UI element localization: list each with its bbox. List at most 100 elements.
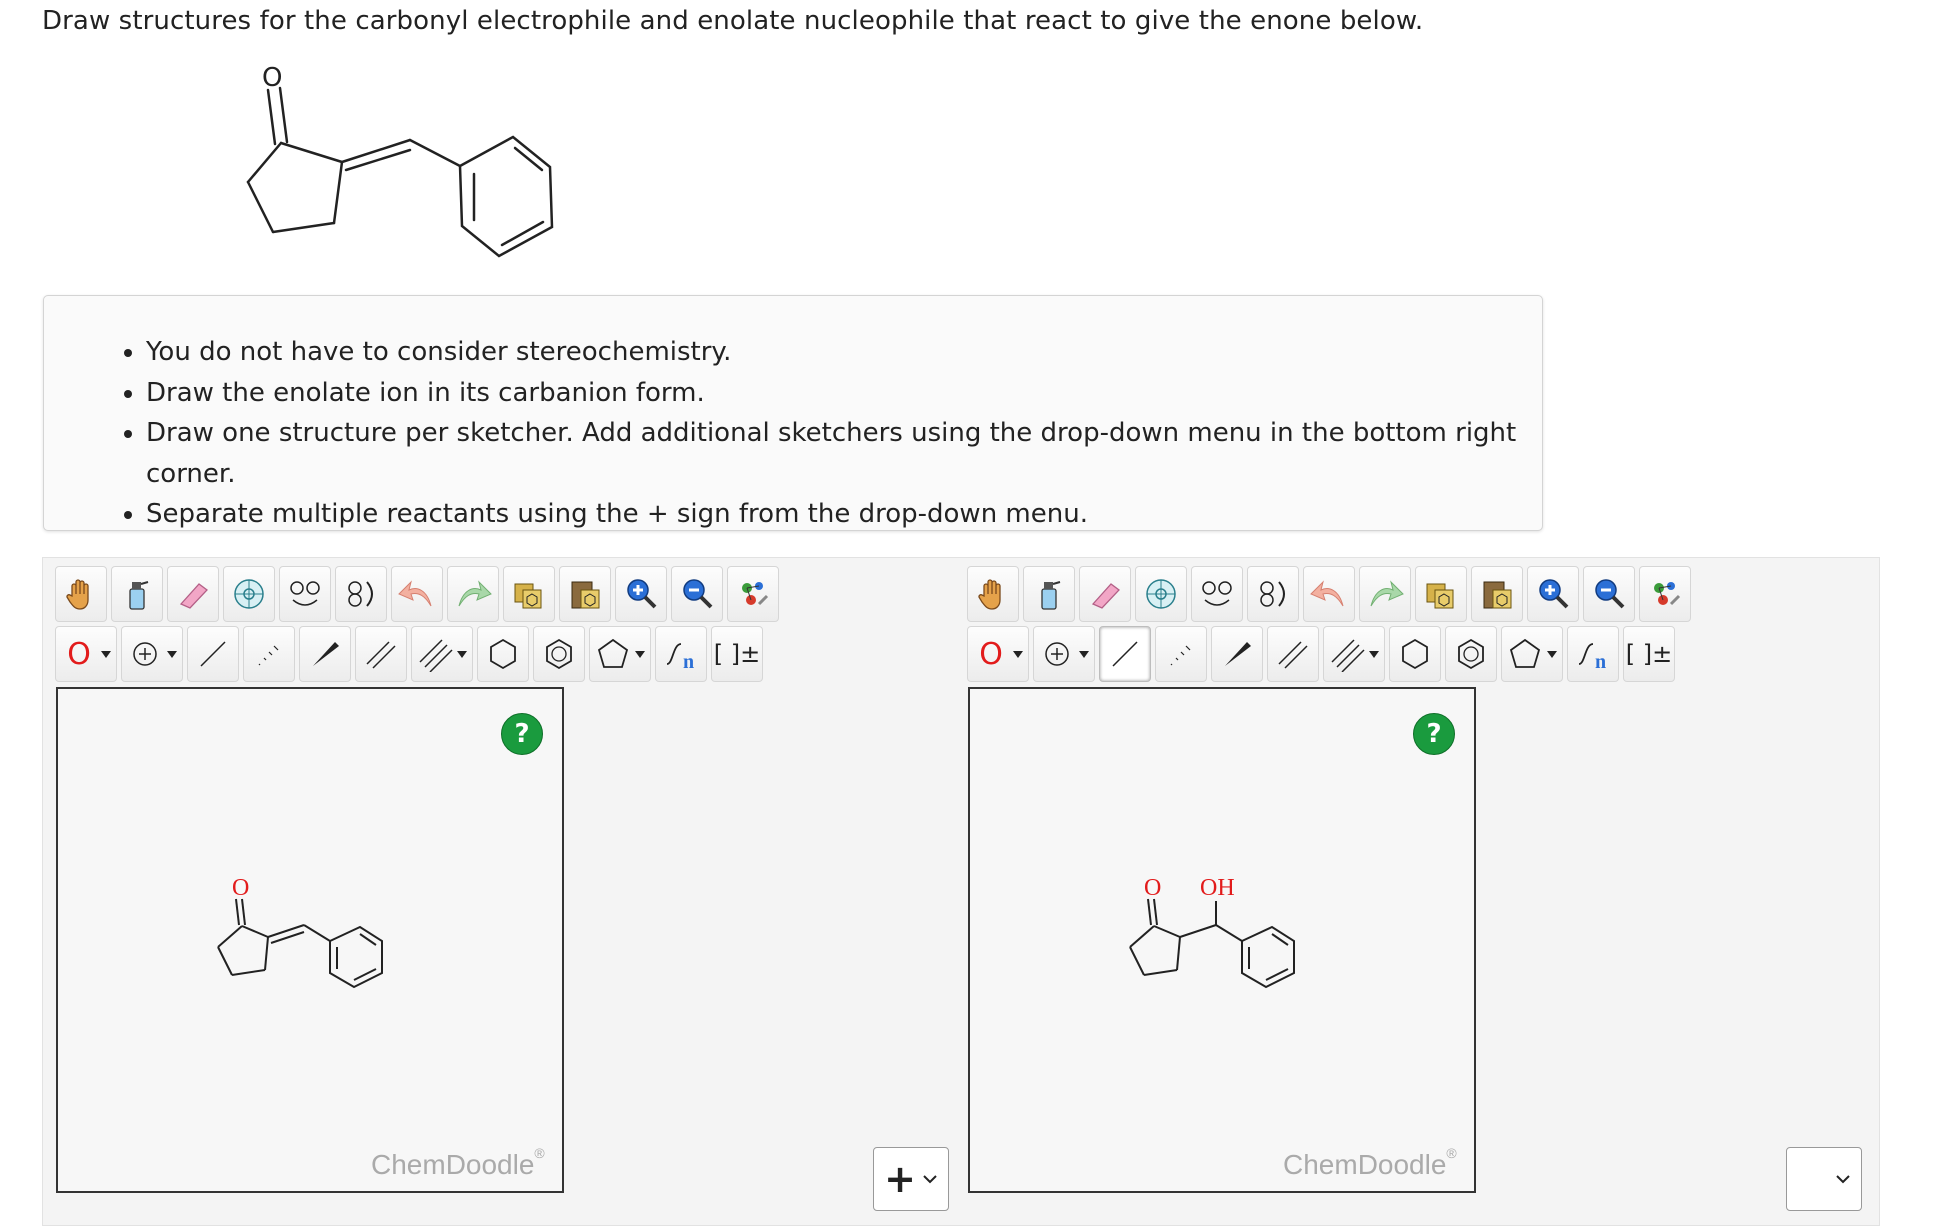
triple-bond-icon: [419, 639, 453, 672]
benzene-button[interactable]: [1445, 626, 1497, 682]
sketcher-canvas[interactable]: ? O OH ChemDoodle®: [968, 687, 1476, 1193]
zoom-in-button[interactable]: [1527, 566, 1579, 622]
clean-structure-icon: [742, 582, 769, 606]
chevron-down-icon: [1836, 1175, 1850, 1184]
charge-select-button[interactable]: [121, 626, 183, 682]
zoom-out-icon: [1595, 579, 1625, 609]
redo-button[interactable]: [447, 566, 499, 622]
toolbar-row-2: O n []±: [55, 626, 763, 684]
eraser-icon: [1091, 583, 1120, 609]
oxygen-label: O: [262, 63, 282, 93]
spray-bottle-icon: [1041, 581, 1061, 610]
add-sketcher-dropdown[interactable]: [1786, 1147, 1862, 1211]
wedge-bond-button[interactable]: [299, 626, 351, 682]
hash-bond-button[interactable]: [243, 626, 295, 682]
triple-bond-select-button[interactable]: [411, 626, 473, 682]
copy-button[interactable]: [503, 566, 555, 622]
eraser-icon: [179, 583, 208, 609]
triple-bond-icon: [1331, 639, 1365, 672]
zoom-in-button[interactable]: [615, 566, 667, 622]
copy-button[interactable]: [1415, 566, 1467, 622]
flip-tool-button[interactable]: [1191, 566, 1243, 622]
hash-bond-button[interactable]: [1155, 626, 1207, 682]
double-bond-icon: [366, 641, 396, 669]
pan-tool-button[interactable]: [55, 566, 107, 622]
clean-button[interactable]: [1639, 566, 1691, 622]
wedge-bond-button[interactable]: [1211, 626, 1263, 682]
center-tool-button[interactable]: [1135, 566, 1187, 622]
element-label: O: [979, 636, 1003, 672]
caret-down-icon: [1547, 651, 1557, 658]
hydroxyl-label: OH: [1200, 875, 1235, 901]
rotate-tool-button[interactable]: [1247, 566, 1299, 622]
separator-value: +: [884, 1157, 916, 1201]
redo-button[interactable]: [1359, 566, 1411, 622]
center-tool-button[interactable]: [223, 566, 275, 622]
flip-tool-button[interactable]: [279, 566, 331, 622]
flip-icon: [290, 581, 320, 606]
undo-button[interactable]: [1303, 566, 1355, 622]
double-bond-icon: [1278, 641, 1308, 669]
chain-tool-button[interactable]: n: [655, 626, 707, 682]
paste-button[interactable]: [1471, 566, 1523, 622]
undo-button[interactable]: [391, 566, 443, 622]
separator-dropdown[interactable]: +: [873, 1147, 949, 1211]
rotate-tool-button[interactable]: [335, 566, 387, 622]
benzene-button[interactable]: [533, 626, 585, 682]
clean-button[interactable]: [727, 566, 779, 622]
undo-arrow-icon: [1310, 580, 1344, 607]
help-button[interactable]: ?: [501, 713, 543, 755]
instruction-item: Draw one structure per sketcher. Add add…: [146, 413, 1542, 494]
zoom-out-button[interactable]: [671, 566, 723, 622]
caret-down-icon: [635, 651, 645, 658]
pan-tool-button[interactable]: [967, 566, 1019, 622]
toolbar-row-1: [967, 566, 1691, 624]
instructions-box: You do not have to consider stereochemis…: [43, 295, 1543, 531]
target-icon: [1146, 579, 1176, 609]
lasso-tool-button[interactable]: [1023, 566, 1075, 622]
erase-tool-button[interactable]: [1079, 566, 1131, 622]
clean-structure-icon: [1654, 582, 1681, 606]
single-bond-icon: [1112, 641, 1138, 667]
bracket-tool-button[interactable]: [ ]±: [711, 626, 763, 682]
instruction-item: You do not have to consider stereochemis…: [146, 332, 1542, 373]
pentagon-ring-icon: [597, 638, 629, 668]
triple-bond-select-button[interactable]: [1323, 626, 1385, 682]
erase-tool-button[interactable]: [167, 566, 219, 622]
single-bond-button[interactable]: [187, 626, 239, 682]
benzene-ring-icon: [1458, 638, 1484, 670]
zoom-out-icon: [683, 579, 713, 609]
caret-down-icon: [1369, 651, 1379, 658]
element-select-button[interactable]: O: [967, 626, 1029, 682]
sketcher-area: O n []± ? O ChemDoodle® O n []± ? O OH…: [42, 557, 1880, 1226]
ring-select-button[interactable]: [589, 626, 651, 682]
undo-arrow-icon: [398, 580, 432, 607]
caret-down-icon: [167, 651, 177, 658]
brand-mark: ®: [1446, 1144, 1457, 1161]
sketcher-2: O n []± ? O OH ChemDoodle®: [955, 558, 1855, 1227]
hexagon-ring-icon: [490, 638, 516, 670]
cyclohexane-button[interactable]: [477, 626, 529, 682]
double-bond-button[interactable]: [1267, 626, 1319, 682]
question-text: Draw structures for the carbonyl electro…: [42, 6, 1424, 36]
charge-select-button[interactable]: [1033, 626, 1095, 682]
bracket-tool-button[interactable]: [ ]±: [1623, 626, 1675, 682]
toolbar-row-2: O n []±: [967, 626, 1675, 684]
lasso-tool-button[interactable]: [111, 566, 163, 622]
single-bond-button[interactable]: [1099, 626, 1151, 682]
sketcher-canvas[interactable]: ? O ChemDoodle®: [56, 687, 564, 1193]
zoom-out-button[interactable]: [1583, 566, 1635, 622]
chain-tool-button[interactable]: n: [1567, 626, 1619, 682]
ring-select-button[interactable]: [1501, 626, 1563, 682]
element-select-button[interactable]: O: [55, 626, 117, 682]
wedge-bond-icon: [313, 642, 339, 666]
paste-button[interactable]: [559, 566, 611, 622]
copy-icon: [514, 583, 542, 609]
help-button[interactable]: ?: [1413, 713, 1455, 755]
cyclohexane-button[interactable]: [1389, 626, 1441, 682]
hand-icon: [978, 579, 1001, 610]
caret-down-icon: [457, 651, 467, 658]
double-bond-button[interactable]: [355, 626, 407, 682]
drawn-molecule: O: [217, 879, 383, 989]
chain-label: n: [1595, 651, 1606, 672]
